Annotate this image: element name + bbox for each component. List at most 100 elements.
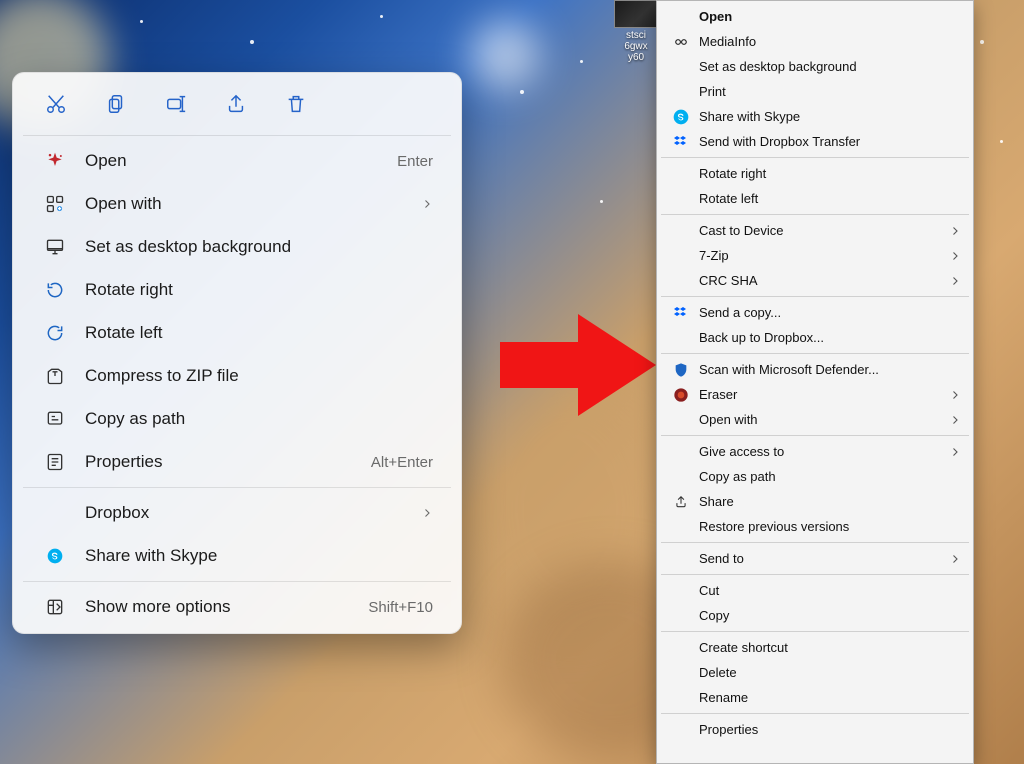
rotate-left-icon: [43, 323, 67, 343]
menu-item-label: Open: [691, 9, 961, 24]
menu-item-label: Cut: [691, 583, 961, 598]
menu-item-label: Send to: [691, 551, 949, 566]
delete-button[interactable]: [279, 87, 313, 121]
chevron-right-icon: [949, 414, 961, 426]
menu-item-open-with[interactable]: Open with: [659, 407, 971, 432]
menu-item-label: Open: [85, 151, 379, 171]
menu-item-send-to[interactable]: Send to: [659, 546, 971, 571]
menu-item-crc-sha[interactable]: CRC SHA: [659, 268, 971, 293]
menu-item-label: Copy: [691, 608, 961, 623]
chevron-right-icon: [421, 198, 433, 210]
menu-item-copy-as-path[interactable]: Copy as path: [19, 398, 455, 440]
separator: [23, 581, 451, 582]
menu-item-label: Eraser: [691, 387, 949, 402]
menu-item-label: MediaInfo: [691, 34, 961, 49]
menu-item-share-with-skype[interactable]: Share with Skype: [19, 535, 455, 577]
share-button[interactable]: [219, 87, 253, 121]
menu-item-copy-as-path[interactable]: Copy as path: [659, 464, 971, 489]
separator: [661, 353, 969, 354]
chevron-right-icon: [421, 507, 433, 519]
menu-item-7-zip[interactable]: 7-Zip: [659, 243, 971, 268]
menu-item-label: Show more options: [85, 597, 350, 617]
menu-item-label: Send a copy...: [691, 305, 961, 320]
separator: [661, 296, 969, 297]
menu-item-label: Properties: [691, 722, 961, 737]
menu-item-label: Rotate left: [691, 191, 961, 206]
menu-item-label: Rotate right: [85, 280, 433, 300]
menu-item-mediainfo[interactable]: MediaInfo: [659, 29, 971, 54]
chevron-right-icon: [949, 389, 961, 401]
chevron-right-icon: [949, 553, 961, 565]
skype-icon: [671, 109, 691, 125]
menu-item-label: Properties: [85, 452, 353, 472]
separator: [661, 713, 969, 714]
menu-item-rotate-right[interactable]: Rotate right: [19, 269, 455, 311]
menu-item-properties[interactable]: Properties Alt+Enter: [19, 441, 455, 483]
eraser-icon: [671, 387, 691, 403]
menu-item-rotate-left[interactable]: Rotate left: [659, 186, 971, 211]
menu-item-send-with-dropbox-transfer[interactable]: Send with Dropbox Transfer: [659, 129, 971, 154]
menu-item-set-as-desktop-background[interactable]: Set as desktop background: [659, 54, 971, 79]
separator: [23, 487, 451, 488]
menu-item-share[interactable]: Share: [659, 489, 971, 514]
menu-item-open[interactable]: Open Enter: [19, 140, 455, 182]
menu-item-rotate-left[interactable]: Rotate left: [19, 312, 455, 354]
menu-item-send-a-copy[interactable]: Send a copy...: [659, 300, 971, 325]
menu-item-set-as-desktop-background[interactable]: Set as desktop background: [19, 226, 455, 268]
dropbox-icon: [671, 134, 691, 150]
menu-item-compress-to-zip-file[interactable]: Compress to ZIP file: [19, 355, 455, 397]
more-icon: [43, 597, 67, 617]
context-menu-classic: Open MediaInfo Set as desktop background Pr…: [656, 0, 974, 764]
path-icon: [43, 409, 67, 429]
mediainfo-icon: [671, 35, 691, 49]
menu-item-dropbox[interactable]: Dropbox: [19, 492, 455, 534]
chevron-right-icon: [949, 446, 961, 458]
menu-item-restore-previous-versions[interactable]: Restore previous versions: [659, 514, 971, 539]
menu-item-delete[interactable]: Delete: [659, 660, 971, 685]
rename-button[interactable]: [159, 87, 193, 121]
menu-item-rename[interactable]: Rename: [659, 685, 971, 710]
menu-item-open[interactable]: Open: [659, 4, 971, 29]
comparison-arrow: [500, 320, 660, 410]
menu-item-label: Create shortcut: [691, 640, 961, 655]
shortcut-hint: Enter: [397, 153, 433, 170]
menu-item-create-shortcut[interactable]: Create shortcut: [659, 635, 971, 660]
cut-button[interactable]: [39, 87, 73, 121]
zip-icon: [43, 366, 67, 386]
menu-item-eraser[interactable]: Eraser: [659, 382, 971, 407]
menu-item-label: Cast to Device: [691, 223, 949, 238]
menu-item-scan-with-microsoft-defender[interactable]: Scan with Microsoft Defender...: [659, 357, 971, 382]
shortcut-hint: Alt+Enter: [371, 454, 433, 471]
menu-item-give-access-to[interactable]: Give access to: [659, 439, 971, 464]
menu-item-label: Open with: [85, 194, 403, 214]
menu-item-cut[interactable]: Cut: [659, 578, 971, 603]
menu-item-label: Dropbox: [85, 503, 403, 523]
menu-item-back-up-to-dropbox[interactable]: Back up to Dropbox...: [659, 325, 971, 350]
menu-item-label: Share with Skype: [691, 109, 961, 124]
copy-button[interactable]: [99, 87, 133, 121]
menu-item-share-with-skype[interactable]: Share with Skype: [659, 104, 971, 129]
menu-item-print[interactable]: Print: [659, 79, 971, 104]
menu-item-properties[interactable]: Properties: [659, 717, 971, 742]
context-menu-modern: Open Enter Open with Set as desktop backgro…: [12, 72, 462, 634]
separator: [23, 135, 451, 136]
separator: [661, 157, 969, 158]
menu-item-rotate-right[interactable]: Rotate right: [659, 161, 971, 186]
menu-item-label: Compress to ZIP file: [85, 366, 433, 386]
menu-item-label: Set as desktop background: [691, 59, 961, 74]
menu-item-show-more-options[interactable]: Show more optionsShift+F10: [19, 586, 455, 628]
sparkle-icon: [43, 151, 67, 171]
menu-item-label: Open with: [691, 412, 949, 427]
menu-item-label: Give access to: [691, 444, 949, 459]
menu-item-cast-to-device[interactable]: Cast to Device: [659, 218, 971, 243]
menu-item-open-with[interactable]: Open with: [19, 183, 455, 225]
properties-icon: [43, 452, 67, 472]
menu-item-label: Share: [691, 494, 961, 509]
separator: [661, 214, 969, 215]
menu-item-copy[interactable]: Copy: [659, 603, 971, 628]
menu-item-label: Rename: [691, 690, 961, 705]
menu-item-label: Send with Dropbox Transfer: [691, 134, 961, 149]
menu-item-label: Delete: [691, 665, 961, 680]
menu-item-label: Print: [691, 84, 961, 99]
menu-item-label: Share with Skype: [85, 546, 433, 566]
